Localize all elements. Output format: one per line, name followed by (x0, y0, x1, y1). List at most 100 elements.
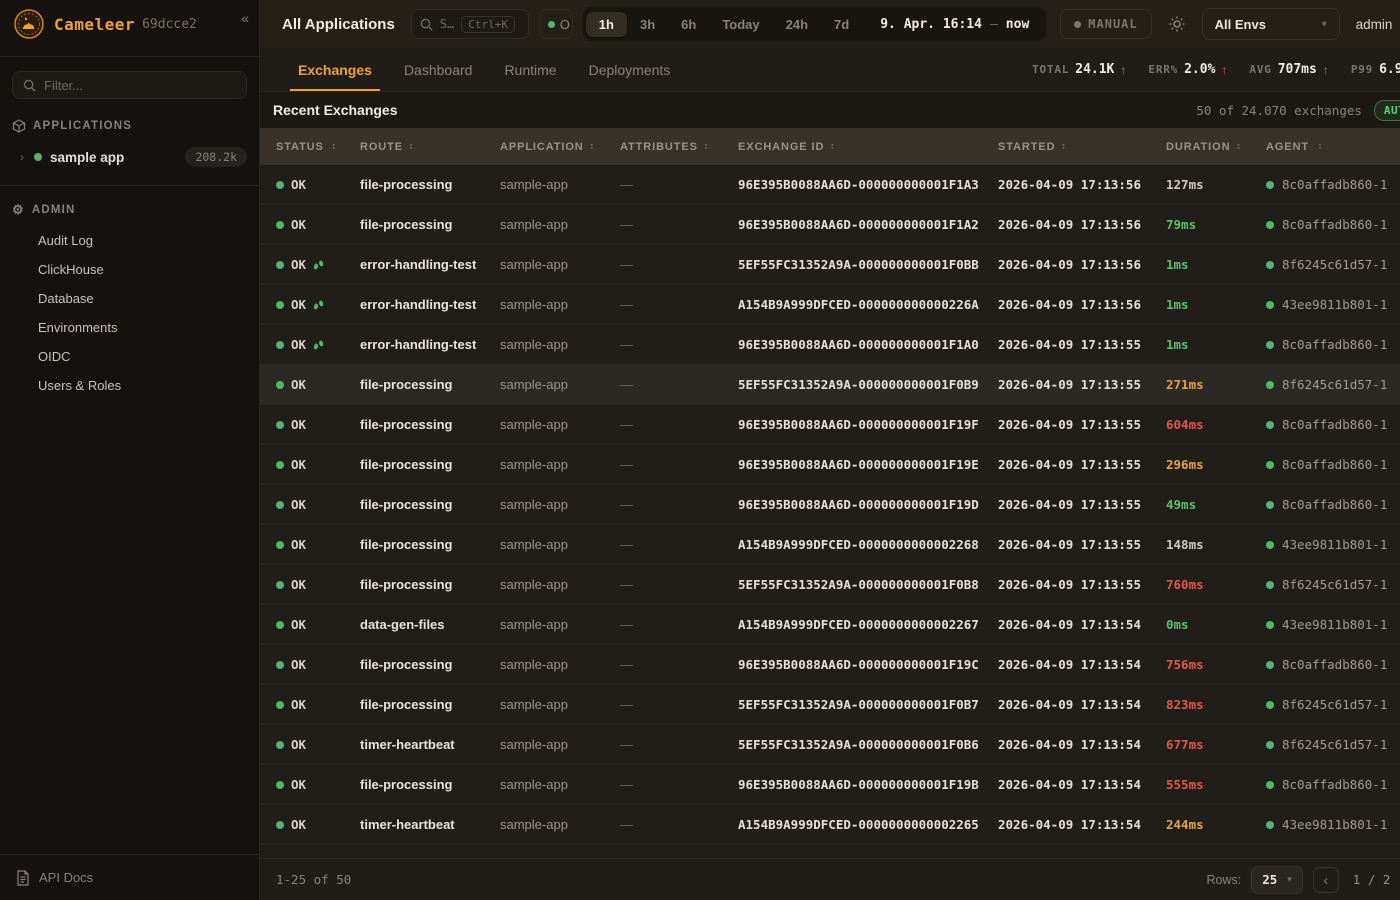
agent-cell: 8f6245c61d57-1 (1266, 577, 1400, 592)
stat-p99: P996.9s↑ (1351, 62, 1400, 77)
duration-cell: 49ms (1166, 497, 1266, 512)
status-cell: OK (276, 617, 360, 632)
table-row[interactable]: OKfile-processingsample-app—96E395B0088A… (260, 485, 1400, 525)
footprints-icon (313, 259, 325, 271)
sidebar-item-users-roles[interactable]: Users & Roles (0, 371, 259, 400)
admin-nav: Audit LogClickHouseDatabaseEnvironmentsO… (0, 224, 259, 402)
status-label: OK (291, 617, 306, 632)
sidebar-item-environments[interactable]: Environments (0, 313, 259, 342)
table-row[interactable]: OKerror-handling-testsample-app—96E395B0… (260, 325, 1400, 365)
attributes-cell: — (620, 817, 738, 832)
table-row[interactable]: OKtimer-heartbeatsample-app—5EF55FC31352… (260, 725, 1400, 765)
chevron-right-icon[interactable]: › (20, 150, 34, 164)
sidebar-item-api-docs[interactable]: API Docs (0, 854, 259, 900)
column-header-status[interactable]: STATUS: (276, 141, 360, 153)
sidebar-collapse-icon[interactable]: « (241, 10, 249, 26)
application-label: sample-app (500, 457, 568, 472)
sidebar-filter-input[interactable]: Filter... (12, 71, 247, 99)
attributes-cell: — (620, 657, 738, 672)
agent-cell: 8c0affadb860-1 (1266, 777, 1400, 792)
column-header-application[interactable]: APPLICATION: (500, 141, 620, 153)
sidebar-item-audit-log[interactable]: Audit Log (0, 226, 259, 255)
tab-deployments[interactable]: Deployments (573, 48, 687, 91)
duration-value: 823ms (1166, 697, 1204, 712)
time-range-buttons: 1h3h6hToday24h7d (586, 12, 862, 37)
attributes-value: — (620, 657, 633, 672)
cameleer-logo-icon (14, 9, 44, 39)
duration-value: 677ms (1166, 737, 1204, 752)
time-range-display[interactable]: 9. Apr. 16:14 — now (862, 17, 1043, 32)
time-range-7d[interactable]: 7d (821, 12, 862, 37)
auto-refresh-badge[interactable]: AUTO (1374, 100, 1400, 121)
sidebar-item-sample-app[interactable]: › sample app 208.2k (0, 139, 259, 175)
stat-label: P99 (1351, 63, 1373, 76)
column-header-duration[interactable]: DURATION: (1166, 141, 1266, 153)
time-range-today[interactable]: Today (709, 12, 772, 37)
agent-id-value: 8c0affadb860-1 (1282, 417, 1387, 432)
stat-value: 6.9s (1379, 62, 1400, 77)
agent-status-dot (1266, 341, 1274, 349)
application-cell: sample-app (500, 417, 620, 432)
table-row[interactable]: OKerror-handling-testsample-app—A154B9A9… (260, 285, 1400, 325)
prev-page-button[interactable]: ‹ (1313, 867, 1339, 893)
column-header-started[interactable]: STARTED: (998, 141, 1166, 153)
tab-dashboard[interactable]: Dashboard (388, 48, 489, 91)
attributes-value: — (620, 417, 633, 432)
started-value: 2026-04-09 17:13:56 (998, 257, 1141, 272)
duration-cell: 604ms (1166, 417, 1266, 432)
search-input[interactable]: S… Ctrl+K (411, 9, 529, 39)
table-row[interactable]: OKfile-processingsample-app—96E395B0088A… (260, 765, 1400, 805)
started-cell: 2026-04-09 17:13:55 (998, 417, 1166, 432)
user-name-label: admin (1356, 17, 1393, 32)
sidebar-item-oidc[interactable]: OIDC (0, 342, 259, 371)
exchange-id-value: 96E395B0088AA6D-000000000001F1A0 (738, 337, 979, 352)
table-row[interactable]: OKdata-gen-filessample-app—A154B9A999DFC… (260, 605, 1400, 645)
agent-cell: 8c0affadb860-1 (1266, 177, 1400, 192)
status-dot (276, 341, 284, 349)
environment-select[interactable]: All Envs ▾ (1202, 8, 1340, 40)
table-row[interactable]: OKfile-processingsample-app—96E395B0088A… (260, 645, 1400, 685)
app-count-badge: 208.2k (185, 147, 247, 167)
table-row[interactable]: OKfile-processingsample-app—96E395B0088A… (260, 445, 1400, 485)
live-status-button[interactable]: O (539, 9, 573, 39)
agent-id-value: 8c0affadb860-1 (1282, 337, 1387, 352)
time-range-6h[interactable]: 6h (668, 12, 709, 37)
table-row[interactable]: OKfile-processingsample-app—A154B9A999DF… (260, 525, 1400, 565)
table-row[interactable]: OKfile-processingsample-app—5EF55FC31352… (260, 565, 1400, 605)
agent-id-value: 43ee9811b801-1 (1282, 297, 1387, 312)
time-range-3h[interactable]: 3h (627, 12, 668, 37)
table-row[interactable]: OKerror-handling-testsample-app—5EF55FC3… (260, 245, 1400, 285)
exchange-id-cell: 5EF55FC31352A9A-000000000001F0B7 (738, 697, 998, 712)
table-row[interactable]: OKtimer-heartbeatsample-app—A154B9A999DF… (260, 805, 1400, 845)
rows-per-page-select[interactable]: 25 ▾ (1251, 866, 1303, 894)
time-range-24h[interactable]: 24h (773, 12, 821, 37)
application-label: sample-app (500, 417, 568, 432)
sidebar-item-clickhouse[interactable]: ClickHouse (0, 255, 259, 284)
theme-toggle-button[interactable] (1162, 9, 1192, 39)
sidebar-item-database[interactable]: Database (0, 284, 259, 313)
table-row[interactable]: OKfile-processingsample-app—96E395B0088A… (260, 165, 1400, 205)
table-row[interactable]: OKfile-processingsample-app—96E395B0088A… (260, 405, 1400, 445)
column-header-exchange-id[interactable]: EXCHANGE ID: (738, 141, 998, 153)
manual-refresh-button[interactable]: MANUAL (1060, 9, 1151, 39)
tab-runtime[interactable]: Runtime (488, 48, 572, 91)
attributes-value: — (620, 817, 633, 832)
exchange-id-cell: A154B9A999DFCED-000000000000226A (738, 297, 998, 312)
column-header-attributes[interactable]: ATTRIBUTES: (620, 141, 738, 153)
route-cell: timer-heartbeat (360, 817, 500, 832)
duration-cell: 271ms (1166, 377, 1266, 392)
time-range-1h[interactable]: 1h (586, 12, 627, 37)
sort-icon: : (1060, 141, 1067, 152)
manual-status-dot (1074, 21, 1081, 28)
search-icon (420, 18, 433, 31)
started-cell: 2026-04-09 17:13:56 (998, 217, 1166, 232)
agent-cell: 8f6245c61d57-1 (1266, 737, 1400, 752)
table-row[interactable]: OKfile-processingsample-app—5EF55FC31352… (260, 365, 1400, 405)
column-header-agent[interactable]: AGENT: (1266, 141, 1400, 153)
table-row[interactable]: OKfile-processingsample-app—96E395B0088A… (260, 205, 1400, 245)
tab-exchanges[interactable]: Exchanges (282, 48, 388, 91)
column-header-route[interactable]: ROUTE: (360, 141, 500, 153)
table-row[interactable]: OKfile-processingsample-app—5EF55FC31352… (260, 685, 1400, 725)
sun-icon (1169, 16, 1185, 32)
duration-value: 604ms (1166, 417, 1204, 432)
